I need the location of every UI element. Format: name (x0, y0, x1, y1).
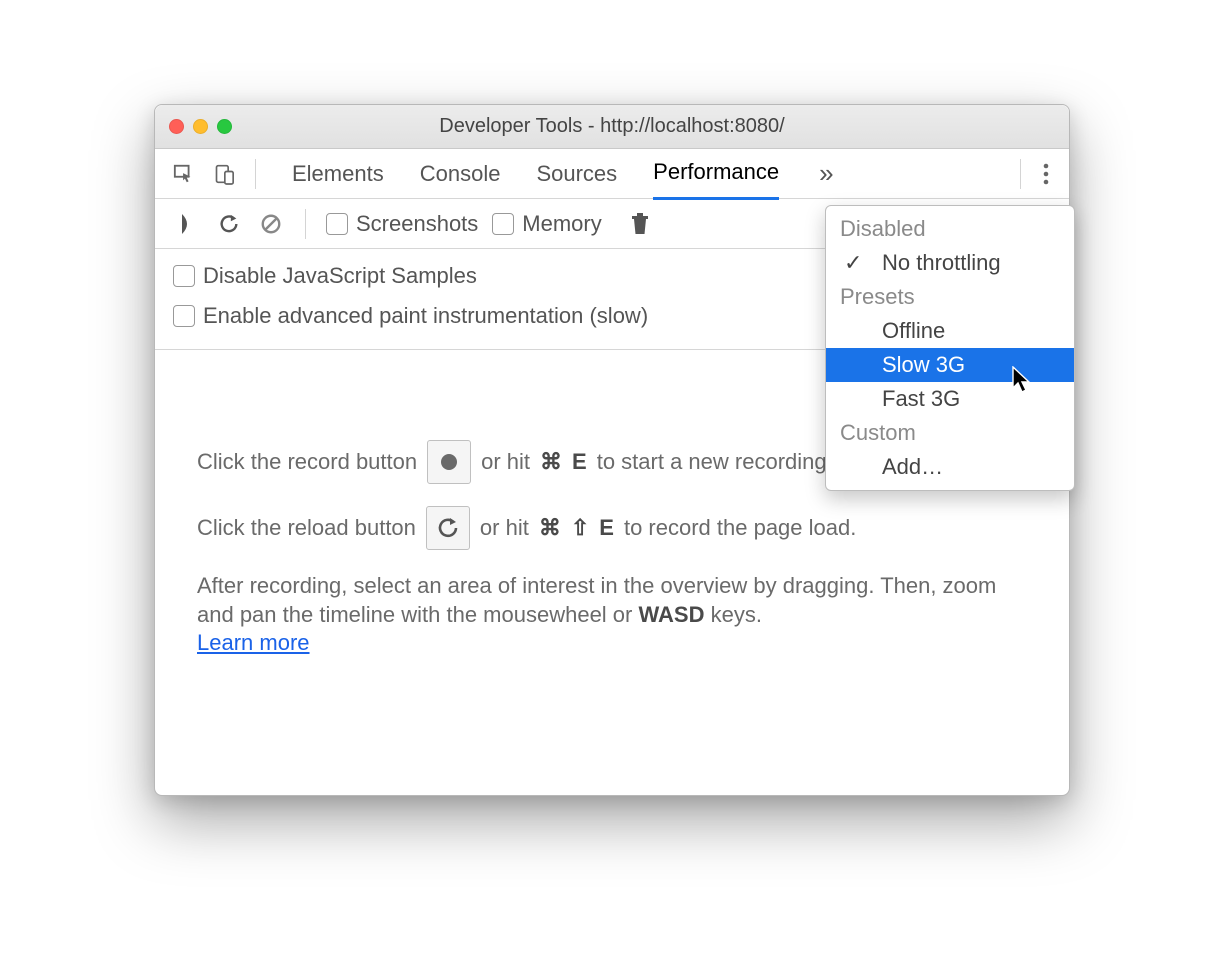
tab-console[interactable]: Console (420, 161, 501, 199)
dropdown-header-presets: Presets (826, 280, 1074, 314)
more-options-icon[interactable] (1037, 163, 1055, 185)
reload-icon[interactable] (215, 210, 243, 238)
devtools-window: Developer Tools - http://localhost:8080/… (154, 104, 1070, 796)
dropdown-header-custom: Custom (826, 416, 1074, 450)
text: Click the reload button (197, 514, 416, 543)
tab-sources[interactable]: Sources (536, 161, 617, 199)
disable-js-checkbox[interactable]: Disable JavaScript Samples (173, 263, 477, 289)
text: After recording, select an area of inter… (197, 573, 996, 627)
text: to start a new recording. (597, 448, 833, 477)
record-icon[interactable] (173, 210, 201, 238)
text: to record the page load. (624, 514, 856, 543)
memory-label: Memory (522, 211, 601, 237)
e-key: E (599, 514, 614, 543)
separator (255, 159, 256, 189)
tab-elements[interactable]: Elements (292, 161, 384, 199)
maximize-button[interactable] (217, 119, 232, 134)
titlebar: Developer Tools - http://localhost:8080/ (155, 105, 1069, 149)
network-throttling-dropdown: Disabled ✓ No throttling Presets Offline… (825, 205, 1075, 491)
help-line-reload: Click the reload button or hit ⌘ ⇧ E to … (197, 506, 1027, 550)
separator (305, 209, 306, 239)
tab-performance[interactable]: Performance (653, 159, 779, 200)
cmd-key: ⌘ (539, 514, 561, 543)
enable-paint-label: Enable advanced paint instrumentation (s… (203, 303, 648, 329)
screenshots-label: Screenshots (356, 211, 478, 237)
dropdown-item-slow-3g[interactable]: Slow 3G (826, 348, 1074, 382)
dropdown-item-offline[interactable]: Offline (826, 314, 1074, 348)
device-toolbar-icon[interactable] (209, 159, 239, 189)
minimize-button[interactable] (193, 119, 208, 134)
tabs-overflow-button[interactable]: » (819, 158, 833, 189)
dropdown-item-label: Fast 3G (882, 386, 960, 411)
dropdown-item-label: No throttling (882, 250, 1001, 275)
inspect-element-icon[interactable] (169, 159, 199, 189)
garbage-icon[interactable] (626, 210, 654, 238)
dropdown-item-add[interactable]: Add… (826, 450, 1074, 484)
text: keys. (704, 602, 761, 627)
disable-js-label: Disable JavaScript Samples (203, 263, 477, 289)
window-title: Developer Tools - http://localhost:8080/ (155, 115, 1069, 138)
record-button-demo[interactable] (427, 440, 471, 484)
dropdown-header-disabled: Disabled (826, 212, 1074, 246)
cmd-key: ⌘ (540, 448, 562, 477)
text: or hit (480, 514, 529, 543)
dropdown-item-label: Offline (882, 318, 945, 343)
learn-more-link[interactable]: Learn more (197, 630, 310, 655)
dropdown-item-label: Slow 3G (882, 352, 965, 377)
text: Click the record button (197, 448, 417, 477)
dropdown-item-fast-3g[interactable]: Fast 3G (826, 382, 1074, 416)
tab-list: Elements Console Sources Performance (292, 147, 779, 200)
check-icon: ✓ (844, 250, 862, 276)
screenshots-checkbox[interactable]: Screenshots (326, 211, 478, 237)
tabs-bar: Elements Console Sources Performance » (155, 149, 1069, 199)
reload-button-demo[interactable] (426, 506, 470, 550)
enable-paint-checkbox[interactable]: Enable advanced paint instrumentation (s… (173, 303, 648, 329)
shift-key: ⇧ (571, 514, 589, 543)
separator (1020, 159, 1021, 189)
text: or hit (481, 448, 530, 477)
memory-checkbox[interactable]: Memory (492, 211, 601, 237)
help-paragraph: After recording, select an area of inter… (197, 572, 1027, 629)
dropdown-item-no-throttling[interactable]: ✓ No throttling (826, 246, 1074, 280)
e-key: E (572, 448, 587, 477)
dropdown-item-label: Add… (882, 454, 943, 479)
close-button[interactable] (169, 119, 184, 134)
wasd-text: WASD (638, 602, 704, 627)
clear-icon[interactable] (257, 210, 285, 238)
traffic-lights (169, 119, 232, 134)
